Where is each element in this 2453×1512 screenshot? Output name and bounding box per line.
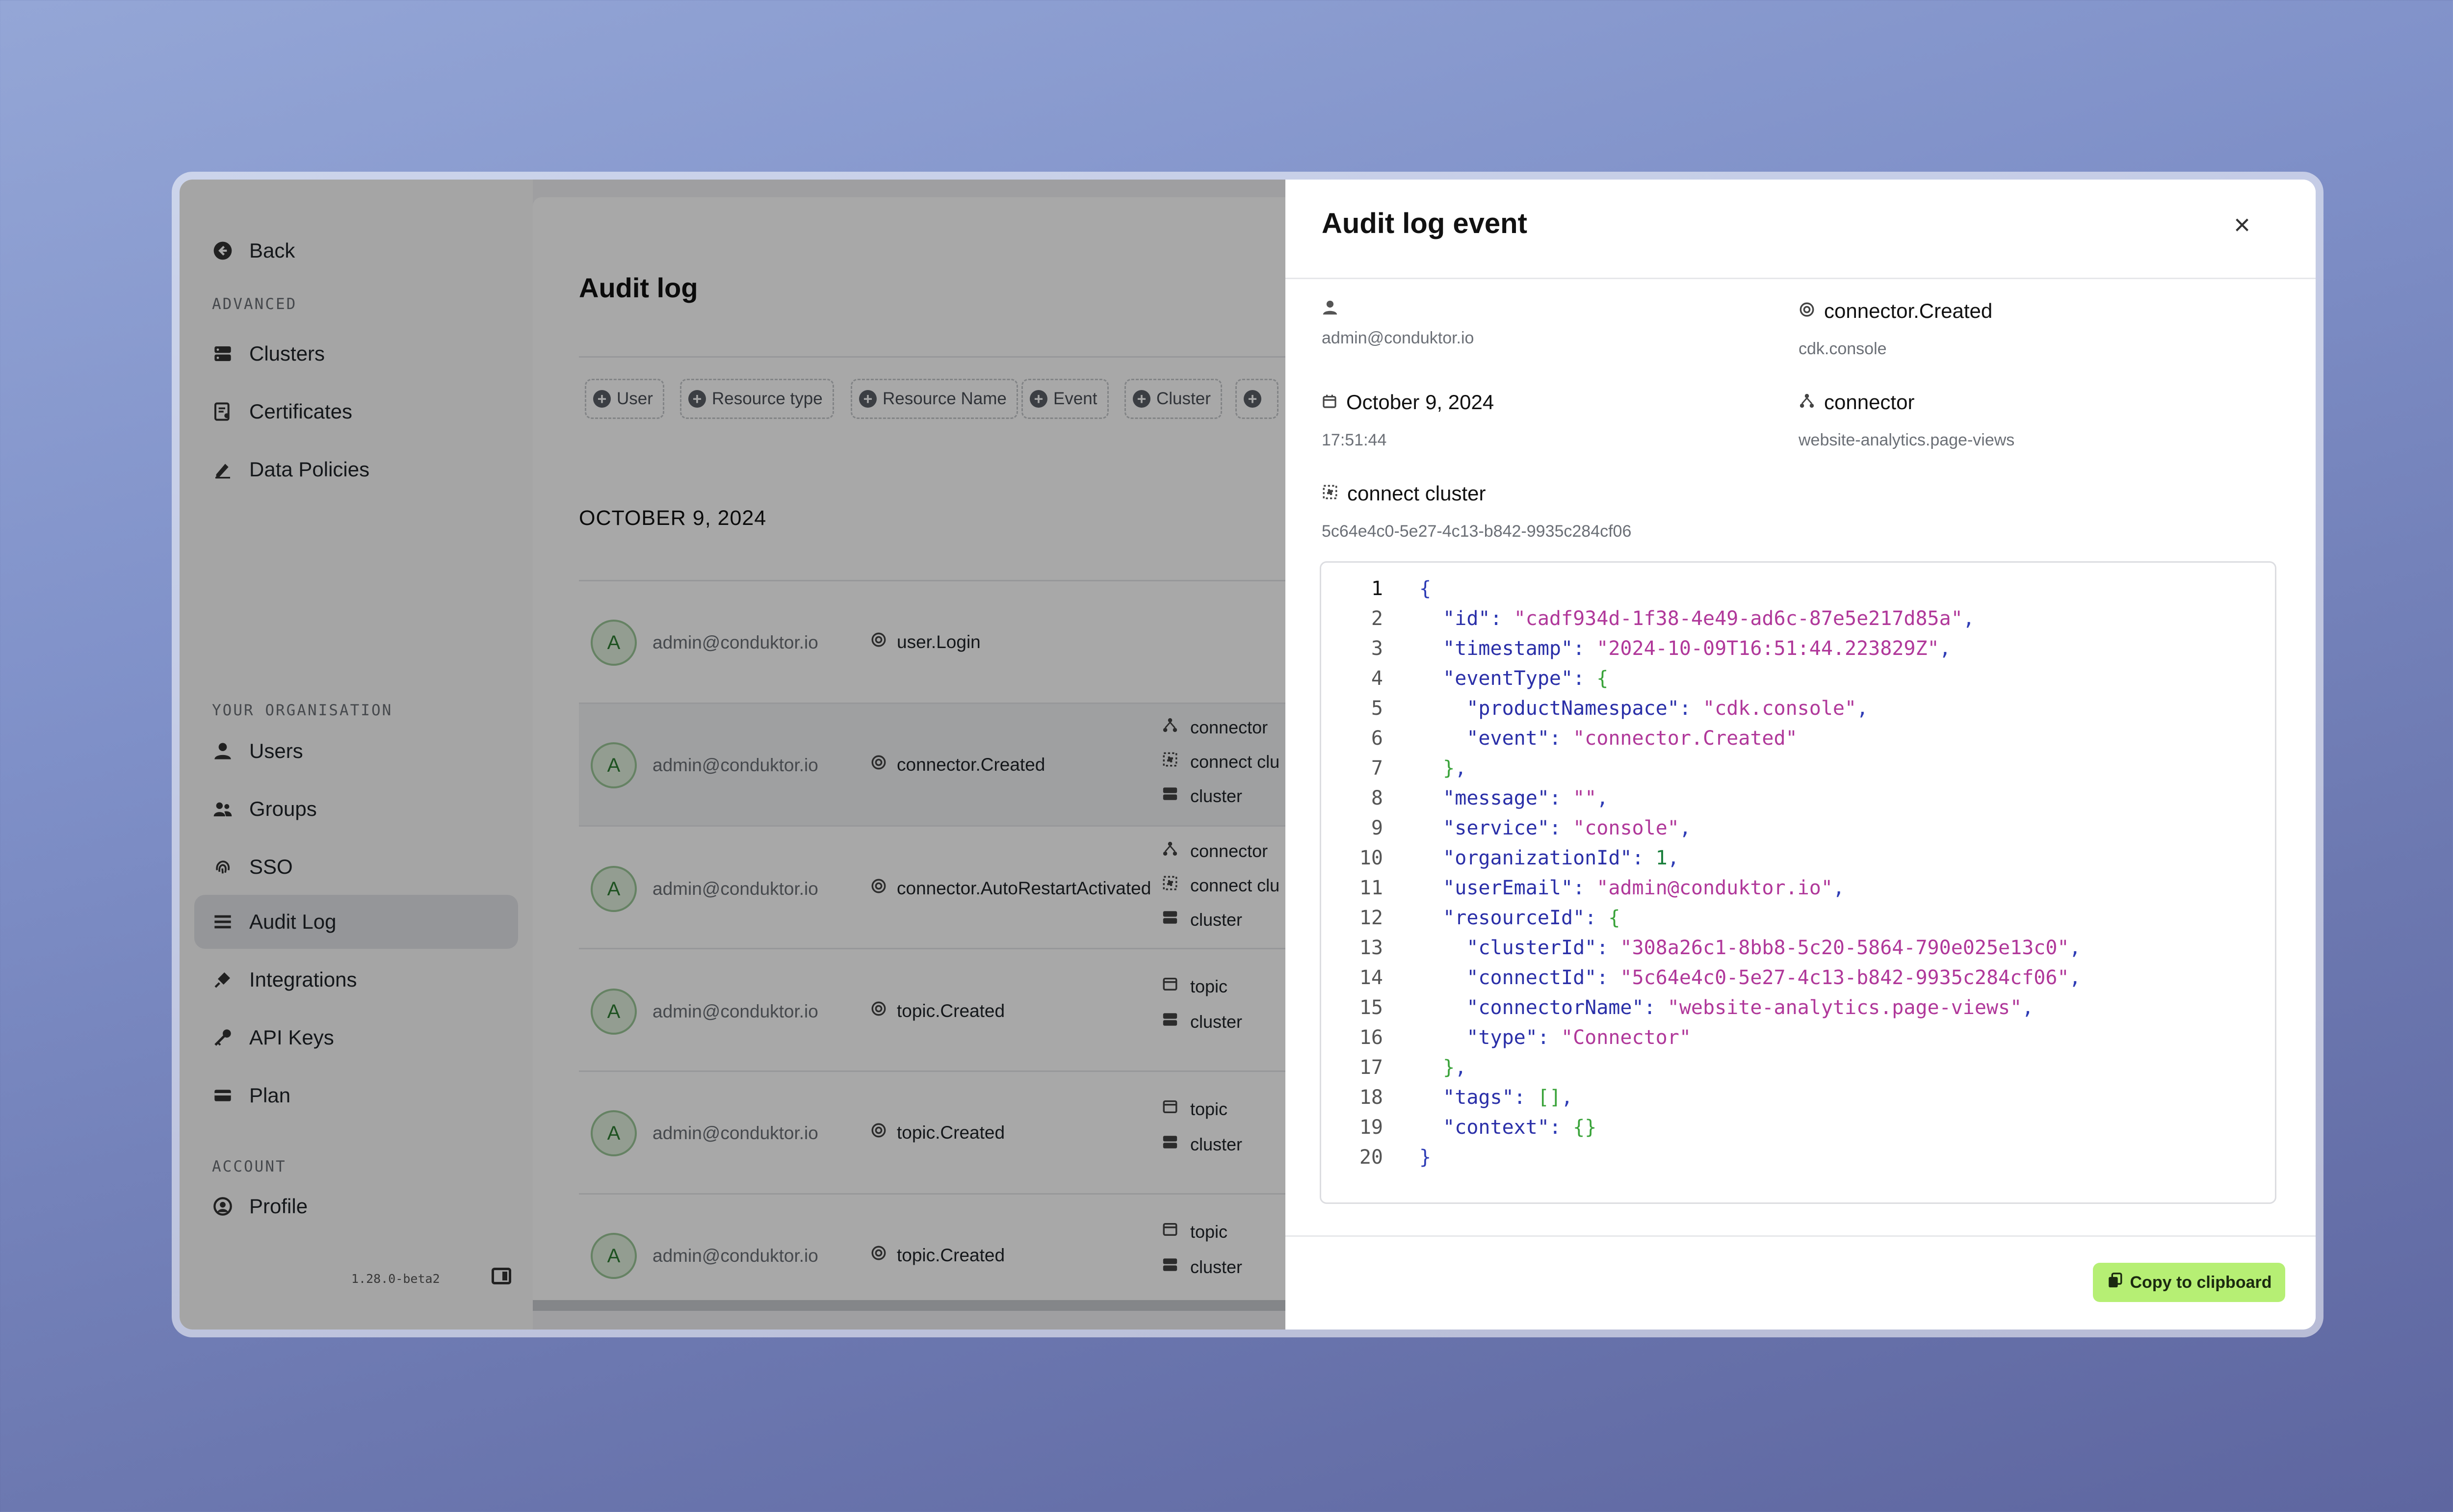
code-text: }, bbox=[1443, 756, 1467, 780]
line-number: 11 bbox=[1359, 876, 1383, 899]
code-line: 13 "clusterId": "308a26c1-8bb8-5c20-5864… bbox=[1321, 933, 2081, 963]
code-text: "type": "Connector" bbox=[1466, 1026, 1691, 1049]
modal-backdrop[interactable] bbox=[180, 180, 1285, 1330]
code-line: 18 "tags": [], bbox=[1321, 1082, 1573, 1112]
close-icon: × bbox=[2234, 209, 2250, 241]
code-line: 9 "service": "console", bbox=[1321, 813, 1691, 843]
code-line: 3 "timestamp": "2024-10-09T16:51:44.2238… bbox=[1321, 633, 1951, 663]
code-text: "userEmail": "admin@conduktor.io", bbox=[1443, 876, 1845, 899]
code-text: "clusterId": "308a26c1-8bb8-5c20-5864-79… bbox=[1466, 936, 2081, 959]
connect-id: 5c64e4c0-5e27-4c13-b842-9935c284cf06 bbox=[1322, 522, 1632, 541]
code-line: 5 "productNamespace": "cdk.console", bbox=[1321, 693, 1868, 723]
time-label: 17:51:44 bbox=[1322, 431, 1387, 449]
code-text: "connectorName": "website-analytics.page… bbox=[1466, 996, 2034, 1019]
copy-to-clipboard-button[interactable]: Copy to clipboard bbox=[2093, 1263, 2285, 1302]
code-text: "resourceId": { bbox=[1443, 906, 1620, 929]
code-text: "organizationId": 1, bbox=[1443, 846, 1679, 869]
code-line: 11 "userEmail": "admin@conduktor.io", bbox=[1321, 873, 1845, 903]
connector-icon bbox=[1799, 391, 1815, 414]
event-type-label: connector.Created bbox=[1824, 299, 1993, 322]
code-text: }, bbox=[1443, 1056, 1467, 1079]
code-text: "context": {} bbox=[1443, 1116, 1597, 1139]
line-number: 20 bbox=[1359, 1146, 1383, 1169]
connect-cluster-icon bbox=[1322, 482, 1338, 505]
code-text: "service": "console", bbox=[1443, 816, 1691, 839]
calendar-icon bbox=[1322, 391, 1337, 414]
event-namespace: cdk.console bbox=[1799, 339, 1887, 358]
code-line: 19 "context": {} bbox=[1321, 1112, 1596, 1142]
close-button[interactable]: × bbox=[2223, 206, 2261, 243]
code-line: 10 "organizationId": 1, bbox=[1321, 843, 1679, 873]
user-email: admin@conduktor.io bbox=[1322, 329, 1474, 347]
line-number: 14 bbox=[1359, 966, 1383, 989]
divider bbox=[1285, 1235, 2316, 1237]
line-number: 13 bbox=[1359, 936, 1383, 959]
code-line: 20} bbox=[1321, 1142, 1431, 1172]
line-number: 5 bbox=[1371, 697, 1383, 720]
line-number: 8 bbox=[1371, 786, 1383, 809]
code-text: "tags": [], bbox=[1443, 1086, 1573, 1109]
copy-icon bbox=[2107, 1272, 2123, 1293]
code-text: "productNamespace": "cdk.console", bbox=[1466, 697, 1869, 720]
copy-label: Copy to clipboard bbox=[2130, 1273, 2272, 1292]
resource-type-label: connector bbox=[1824, 391, 1915, 414]
line-number: 4 bbox=[1371, 667, 1383, 690]
code-line: 14 "connectId": "5c64e4c0-5e27-4c13-b842… bbox=[1321, 963, 2081, 992]
line-number: 2 bbox=[1371, 607, 1383, 630]
line-number: 17 bbox=[1359, 1056, 1383, 1079]
code-line: 17 }, bbox=[1321, 1052, 1467, 1082]
line-number: 1 bbox=[1371, 577, 1383, 600]
code-line: 6 "event": "connector.Created" bbox=[1321, 723, 1798, 753]
date-meta: October 9, 2024 bbox=[1322, 391, 1494, 414]
line-number: 19 bbox=[1359, 1116, 1383, 1139]
resource-name: website-analytics.page-views bbox=[1799, 431, 2015, 449]
code-line: 2 "id": "cadf934d-1f38-4e49-ad6c-87e5e21… bbox=[1321, 603, 1975, 633]
code-line: 8 "message": "", bbox=[1321, 783, 1608, 813]
line-number: 3 bbox=[1371, 637, 1383, 660]
code-text: "eventType": { bbox=[1443, 667, 1609, 690]
code-text: "event": "connector.Created" bbox=[1466, 727, 1798, 750]
code-text: "message": "", bbox=[1443, 786, 1609, 809]
line-number: 10 bbox=[1359, 846, 1383, 869]
connect-label: connect cluster bbox=[1347, 482, 1486, 505]
event-type-meta: connector.Created bbox=[1799, 299, 1992, 323]
drawer-title: Audit log event bbox=[1322, 208, 1527, 239]
code-text: "connectId": "5c64e4c0-5e27-4c13-b842-99… bbox=[1466, 966, 2081, 989]
connect-meta: connect cluster bbox=[1322, 482, 1486, 505]
line-number: 9 bbox=[1371, 816, 1383, 839]
date-label: October 9, 2024 bbox=[1346, 391, 1494, 414]
resource-meta: connector bbox=[1799, 391, 1914, 414]
audit-event-drawer: Audit log event × admin@conduktor.io con… bbox=[1285, 180, 2316, 1330]
code-line: 12 "resourceId": { bbox=[1321, 903, 1620, 933]
json-code-viewer[interactable]: 1{2 "id": "cadf934d-1f38-4e49-ad6c-87e5e… bbox=[1320, 561, 2276, 1204]
code-line: 4 "eventType": { bbox=[1321, 663, 1608, 693]
line-number: 18 bbox=[1359, 1086, 1383, 1109]
code-text: "id": "cadf934d-1f38-4e49-ad6c-87e5e217d… bbox=[1443, 607, 1975, 630]
line-number: 16 bbox=[1359, 1026, 1383, 1049]
code-line: 7 }, bbox=[1321, 753, 1466, 783]
event-icon bbox=[1799, 299, 1815, 323]
line-number: 12 bbox=[1359, 906, 1383, 929]
line-number: 7 bbox=[1371, 756, 1383, 780]
divider bbox=[1285, 278, 2316, 279]
code-text: "timestamp": "2024-10-09T16:51:44.223829… bbox=[1443, 637, 1951, 660]
code-line: 16 "type": "Connector" bbox=[1321, 1022, 1691, 1052]
code-line: 15 "connectorName": "website-analytics.p… bbox=[1321, 992, 2034, 1022]
line-number: 6 bbox=[1371, 727, 1383, 750]
code-text: } bbox=[1419, 1146, 1432, 1169]
code-line: 1{ bbox=[1321, 574, 1431, 603]
code-text: { bbox=[1419, 577, 1432, 600]
user-meta bbox=[1322, 297, 1347, 321]
app-window: Back ADVANCED Clusters Certificates Data… bbox=[180, 180, 2316, 1330]
user-icon bbox=[1322, 297, 1338, 321]
line-number: 15 bbox=[1359, 996, 1383, 1019]
